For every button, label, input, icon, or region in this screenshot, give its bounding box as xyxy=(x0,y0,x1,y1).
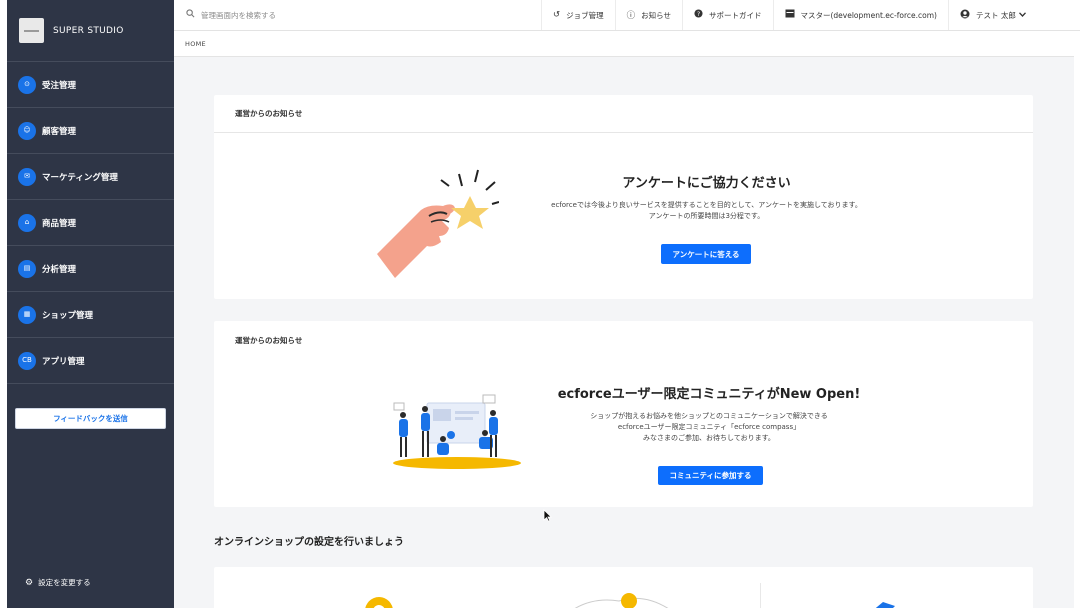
sidebar-item-marketing[interactable]: ✉ マーケティング管理 xyxy=(7,154,174,200)
brand-logo xyxy=(19,18,44,43)
survey-desc-line-2: アンケートの所要時間は3分程です。 xyxy=(648,212,765,220)
feedback-button[interactable]: フィードバックを送信 xyxy=(15,408,166,429)
sidebar-item-analytics[interactable]: ▤ 分析管理 xyxy=(7,246,174,292)
divider xyxy=(760,583,761,608)
master-store-label: マスター(development.ec-force.com) xyxy=(800,10,937,20)
sidebar-item-label: 顧客管理 xyxy=(42,126,77,137)
support-guide-label: サポートガイド xyxy=(709,10,762,20)
chevron-down-icon xyxy=(1018,11,1026,19)
setup-cards-panel xyxy=(214,567,1033,608)
sidebar-item-label: アプリ管理 xyxy=(42,356,85,367)
sidebar-item-shop[interactable]: ▦ ショップ管理 xyxy=(7,292,174,338)
mouse-cursor-icon xyxy=(543,507,553,526)
sidebar: SUPER STUDIO ⊙ 受注管理 ☺ 顧客管理 ✉ マーケティング管理 ⌂… xyxy=(7,0,174,608)
card-header: 運営からのお知らせ xyxy=(214,95,1033,133)
community-title: ecforceユーザー限定コミュニティがNew Open! xyxy=(557,387,861,402)
sidebar-item-products[interactable]: ⌂ 商品管理 xyxy=(7,200,174,246)
sidebar-item-label: 受注管理 xyxy=(42,80,77,91)
store-icon xyxy=(785,9,795,21)
community-desc-line-3: みなさまのご参加、お待ちしております。 xyxy=(643,434,775,442)
sidebar-item-apps[interactable]: CB アプリ管理 xyxy=(7,338,174,384)
community-illustration xyxy=(389,391,524,471)
sidebar-item-label: ショップ管理 xyxy=(42,310,94,321)
community-desc-line-2: ecforceユーザー限定コミュニティ「ecforce compass」 xyxy=(617,423,801,431)
survey-description: ecforceでは今後より良いサービスを提供することを目的として、アンケートを実… xyxy=(504,200,909,222)
account-icon xyxy=(960,9,970,22)
bag-icon: ⌂ xyxy=(18,213,36,232)
gear-illustration xyxy=(359,591,399,608)
page-scrollbar[interactable] xyxy=(1074,31,1080,608)
tag-illustration xyxy=(869,597,899,608)
sidebar-nav: ⊙ 受注管理 ☺ 顧客管理 ✉ マーケティング管理 ⌂ 商品管理 ▤ 分析管理 … xyxy=(7,62,174,384)
notifications-link[interactable]: ⓘ お知らせ xyxy=(614,0,682,30)
sidebar-item-label: マーケティング管理 xyxy=(42,172,118,183)
store-icon: ▦ xyxy=(18,305,36,324)
master-store-selector[interactable]: マスター(development.ec-force.com) xyxy=(772,0,948,30)
setup-section-title: オンラインショップの設定を行いましょう xyxy=(214,537,404,548)
search-bar xyxy=(174,0,541,30)
gear-icon: ⚙ xyxy=(25,577,34,588)
chart-icon: ▤ xyxy=(18,259,36,278)
sidebar-item-customers[interactable]: ☺ 顧客管理 xyxy=(7,108,174,154)
top-header: ↺ ジョブ管理 ⓘ お知らせ ? サポートガイド マスター(developmen… xyxy=(174,0,1080,31)
settings-link[interactable]: ⚙ 設定を変更する xyxy=(25,577,91,588)
user-name: テスト 太郎 xyxy=(975,10,1016,20)
join-community-button[interactable]: コミュニティに参加する xyxy=(658,466,763,485)
bell-icon: ⓘ xyxy=(626,11,636,21)
community-desc-line-1: ショップが抱えるお悩みを他ショップとのコミュニケーションで解決できる xyxy=(590,412,828,420)
community-description: ショップが抱えるお悩みを他ショップとのコミュニケーションで解決できる ecfor… xyxy=(539,411,879,444)
survey-notice-card: 運営からのお知らせ アンケートにご協力ください ecforceでは今後より良いサ… xyxy=(214,95,1033,299)
user-icon: ☺ xyxy=(18,121,36,140)
mail-icon: ✉ xyxy=(18,167,36,186)
lightbulb-illustration xyxy=(574,589,669,608)
survey-title: アンケートにご協力ください xyxy=(622,176,791,191)
window-edge xyxy=(0,0,7,608)
card-header: 運営からのお知らせ xyxy=(235,335,303,345)
sidebar-item-label: 商品管理 xyxy=(42,218,77,229)
survey-desc-line-1: ecforceでは今後より良いサービスを提供することを目的として、アンケートを実… xyxy=(551,201,862,209)
support-guide-link[interactable]: ? サポートガイド xyxy=(682,0,773,30)
user-menu[interactable]: テスト 太郎 xyxy=(947,0,1037,30)
app-icon: CB xyxy=(18,351,36,370)
main-content: HOME 運営からのお知らせ アンケートにご協力ください ecforceでは今後… xyxy=(174,31,1074,608)
settings-label: 設定を変更する xyxy=(38,578,91,587)
community-notice-card: 運営からのお知らせ ecforceユーザー限定コミュニティがNew Open! … xyxy=(214,321,1033,507)
brand-name: SUPER STUDIO xyxy=(53,25,124,36)
breadcrumb[interactable]: HOME xyxy=(185,40,206,48)
cart-icon: ⊙ xyxy=(18,75,36,94)
breadcrumb-bar: HOME xyxy=(174,31,1074,57)
brand[interactable]: SUPER STUDIO xyxy=(7,0,174,62)
history-icon: ↺ xyxy=(553,10,561,20)
search-icon xyxy=(186,9,195,21)
notifications-label: お知らせ xyxy=(641,10,671,20)
job-management-link[interactable]: ↺ ジョブ管理 xyxy=(541,0,615,30)
sidebar-item-orders[interactable]: ⊙ 受注管理 xyxy=(7,62,174,108)
search-input[interactable] xyxy=(201,10,521,20)
job-management-label: ジョブ管理 xyxy=(566,10,604,20)
answer-survey-button[interactable]: アンケートに答える xyxy=(661,244,751,264)
sidebar-item-label: 分析管理 xyxy=(42,264,77,275)
hand-star-illustration xyxy=(369,150,500,280)
svg-text:?: ? xyxy=(697,11,700,18)
help-icon: ? xyxy=(694,9,703,21)
